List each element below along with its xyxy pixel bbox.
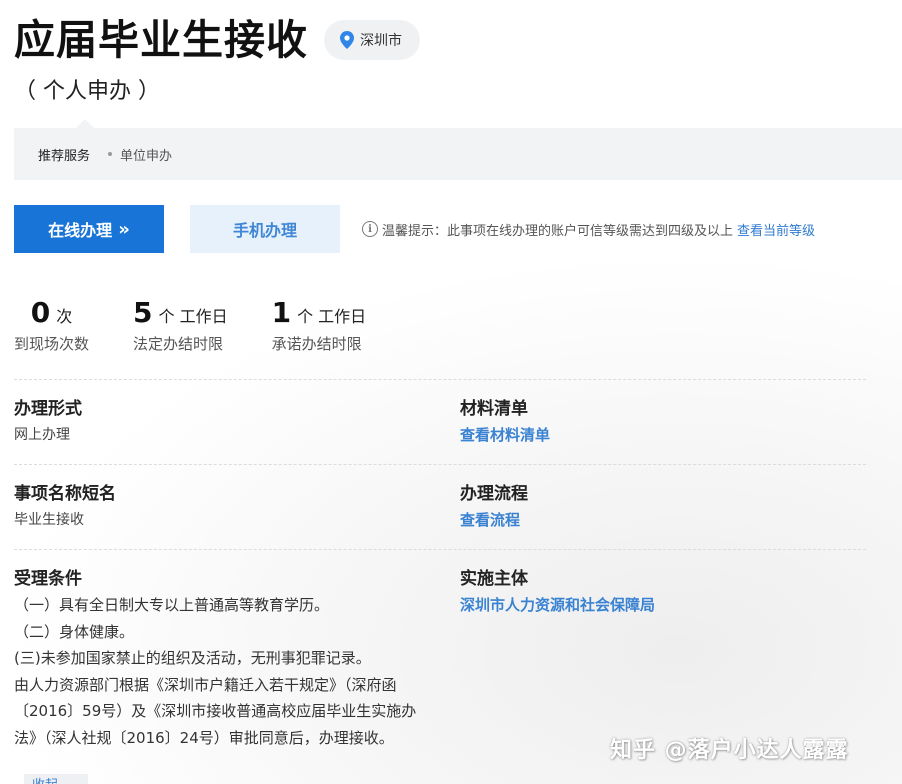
stat-promised-time-limit: 1 个 工作日 承诺办结时限 [272, 296, 367, 354]
field-short-name: 事项名称短名 毕业生接收 [14, 481, 116, 533]
tab-separator-dot [108, 152, 113, 156]
field-label: 实施主体 [460, 569, 528, 589]
stat-unit: 个 工作日 [297, 307, 367, 326]
location-label: 深圳市 [360, 33, 402, 49]
field-materials: 材料清单 查看材料清单 [460, 396, 550, 448]
field-value: 毕业生接收 [14, 512, 84, 528]
tip-text: 温馨提示：此事项在线办理的账户可信等级需达到四级及以上 [382, 223, 734, 239]
field-value: 网上办理 [14, 427, 70, 443]
apply-online-button[interactable]: 在线办理 » [14, 205, 164, 253]
stat-onsite-visits: 0 次 到现场次数 [14, 296, 89, 354]
divider [14, 464, 866, 465]
field-implementing-body: 实施主体 深圳市人力资源和社会保障局 [460, 566, 655, 618]
divider [14, 549, 866, 550]
field-label: 办理流程 [460, 484, 528, 504]
apply-online-label: 在线办理 [48, 221, 113, 240]
location-badge[interactable]: 深圳市 [324, 20, 420, 60]
watermark: 知乎 @落户小达人露露 [610, 738, 849, 763]
active-tab-caret [76, 119, 94, 128]
agency-link[interactable]: 深圳市人力资源和社会保障局 [460, 592, 655, 618]
stat-label: 承诺办结时限 [271, 335, 362, 353]
double-chevron-right-icon: » [118, 218, 130, 240]
collapse-button[interactable]: 收起 [24, 774, 88, 784]
tab-recommended-services[interactable]: 推荐服务 [38, 145, 90, 164]
stat-value: 0 [30, 296, 51, 329]
service-tabs: 推荐服务 单位申办 [14, 119, 902, 180]
tab-organization-apply[interactable]: 单位申办 [120, 145, 172, 164]
stat-value: 1 [271, 296, 292, 329]
trust-level-tip: i 温馨提示：此事项在线办理的账户可信等级需达到四级及以上 查看当前等级 [362, 220, 815, 239]
location-pin-icon [340, 31, 354, 49]
condition-line: (三)未参加国家禁止的组织及活动，无刑事犯罪记录。 [14, 649, 371, 667]
stat-unit: 次 [56, 307, 73, 326]
page-title: 应届毕业生接收 [14, 16, 308, 64]
stats-row: 0 次 到现场次数 5 个 工作日 法定办结时限 1 个 工作日 承诺办结时限 [14, 296, 410, 354]
field-process: 办理流程 查看流程 [460, 481, 528, 533]
condition-line: （二）身体健康。 [14, 622, 135, 641]
page-subtitle: （ 个人申办 ） [14, 79, 160, 104]
stat-label: 法定办结时限 [133, 335, 224, 353]
condition-line: （一）具有全日制大专以上普通高等教育学历。 [14, 596, 330, 614]
field-label: 办理形式 [14, 399, 82, 419]
view-trust-level-link[interactable]: 查看当前等级 [737, 220, 815, 239]
field-label: 事项名称短名 [14, 484, 116, 504]
view-process-link[interactable]: 查看流程 [460, 507, 528, 533]
stat-value: 5 [133, 296, 153, 329]
conditions-text: （一）具有全日制大专以上普通高等教育学历。 （二）身体健康。 (三)未参加国家禁… [14, 592, 429, 751]
view-materials-link[interactable]: 查看材料清单 [460, 422, 550, 448]
condition-line: 由人力资源部门根据《深圳市户籍迁入若干规定》（深府函〔2016〕59号）及《深圳… [14, 675, 417, 747]
stat-unit: 个 工作日 [158, 307, 228, 326]
field-label: 受理条件 [14, 569, 82, 589]
info-icon: i [362, 221, 378, 237]
field-label: 材料清单 [460, 399, 528, 419]
divider [14, 379, 866, 380]
title-row: 应届毕业生接收 深圳市 [14, 12, 420, 68]
field-handling-form: 办理形式 网上办理 [14, 396, 82, 448]
stat-label: 到现场次数 [14, 335, 90, 353]
stat-legal-time-limit: 5 个 工作日 法定办结时限 [133, 296, 228, 354]
field-acceptance-conditions: 受理条件 （一）具有全日制大专以上普通高等教育学历。 （二）身体健康。 (三)未… [14, 566, 429, 751]
apply-mobile-button[interactable]: 手机办理 [190, 205, 340, 253]
action-row: 在线办理 » 手机办理 i 温馨提示：此事项在线办理的账户可信等级需达到四级及以… [14, 205, 815, 253]
